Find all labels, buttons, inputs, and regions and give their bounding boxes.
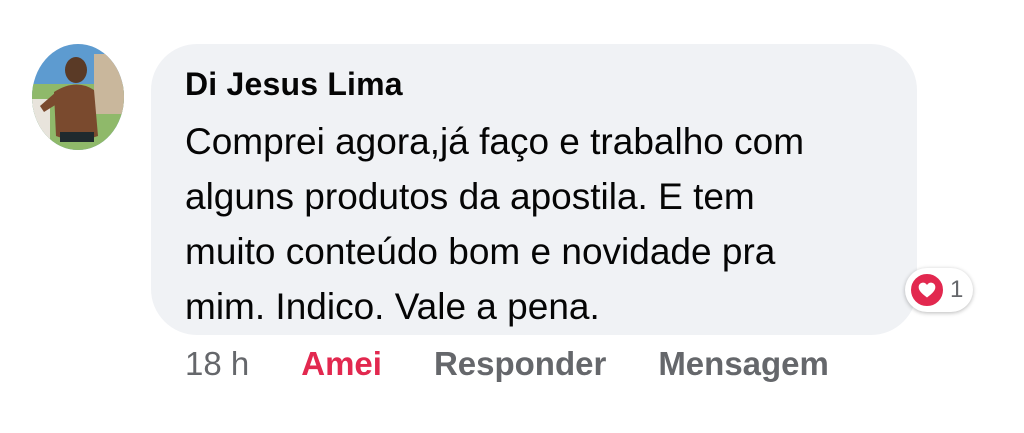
comment-text-line: alguns produtos da apostila. E tem [185,176,755,217]
avatar[interactable] [32,44,124,150]
comment-text-line: muito conteúdo bom e novidade pra [185,231,776,272]
heart-icon [909,272,945,308]
reaction-summary[interactable]: 1 [905,268,974,312]
comment-text: Comprei agora,já faço e trabalho com alg… [185,114,885,334]
comment-timestamp[interactable]: 18 h [185,345,249,383]
reaction-count: 1 [950,276,964,303]
reply-button[interactable]: Responder [434,345,606,383]
comment-actions: 18 h Amei Responder Mensagem [185,342,829,386]
love-reaction-button[interactable]: Amei [301,345,382,383]
comment-text-line: Comprei agora,já faço e trabalho com [185,121,805,162]
comment-bubble: Di Jesus Lima Comprei agora,já faço e tr… [151,44,917,335]
profile-photo [32,44,124,150]
message-button[interactable]: Mensagem [658,345,829,383]
author-name[interactable]: Di Jesus Lima [185,66,403,103]
comment-text-line: mim. Indico. Vale a pena. [185,286,600,327]
